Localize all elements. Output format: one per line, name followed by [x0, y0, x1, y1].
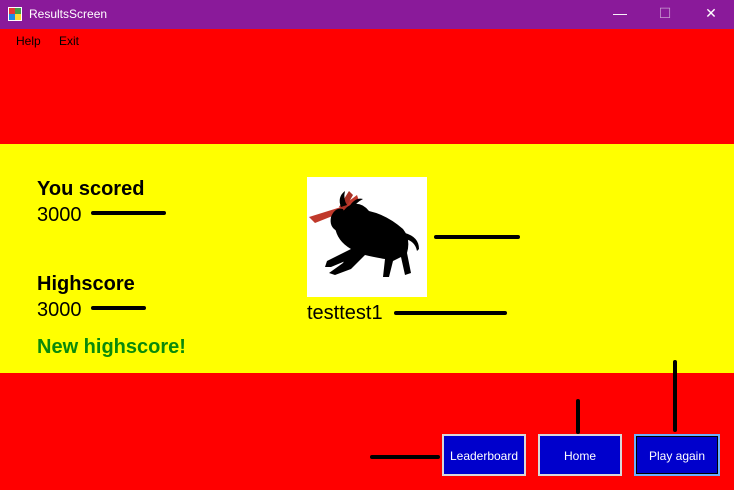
- play-again-button[interactable]: Play again: [634, 434, 720, 476]
- avatar-connector-line: [434, 235, 520, 239]
- score-underline: [91, 211, 166, 215]
- menu-bar: Help Exit: [0, 29, 734, 53]
- new-highscore-message: New highscore!: [37, 336, 186, 358]
- leaderboard-button[interactable]: Leaderboard: [442, 434, 526, 476]
- highscore-value: 3000: [37, 299, 82, 321]
- player-name-underline: [394, 311, 507, 315]
- app-icon: [8, 7, 22, 21]
- minimize-button[interactable]: —: [597, 0, 643, 29]
- leaderboard-connector-line: [370, 455, 440, 459]
- close-button[interactable]: ✕: [688, 0, 734, 29]
- player-avatar: [307, 177, 427, 297]
- title-bar: ResultsScreen — ☐ ✕: [0, 0, 734, 29]
- highscore-label: Highscore: [37, 273, 135, 295]
- menu-item-help[interactable]: Help: [16, 34, 41, 48]
- player-name: testtest1: [307, 302, 383, 324]
- maximize-button[interactable]: ☐: [642, 0, 688, 29]
- home-connector-line: [576, 399, 580, 434]
- window-title: ResultsScreen: [29, 7, 108, 21]
- score-label: You scored: [37, 178, 145, 200]
- menu-item-exit[interactable]: Exit: [59, 34, 79, 48]
- highscore-underline: [91, 306, 146, 310]
- play-again-connector-line: [673, 360, 677, 432]
- home-button[interactable]: Home: [538, 434, 622, 476]
- bull-icon: [309, 191, 419, 277]
- score-value: 3000: [37, 204, 82, 226]
